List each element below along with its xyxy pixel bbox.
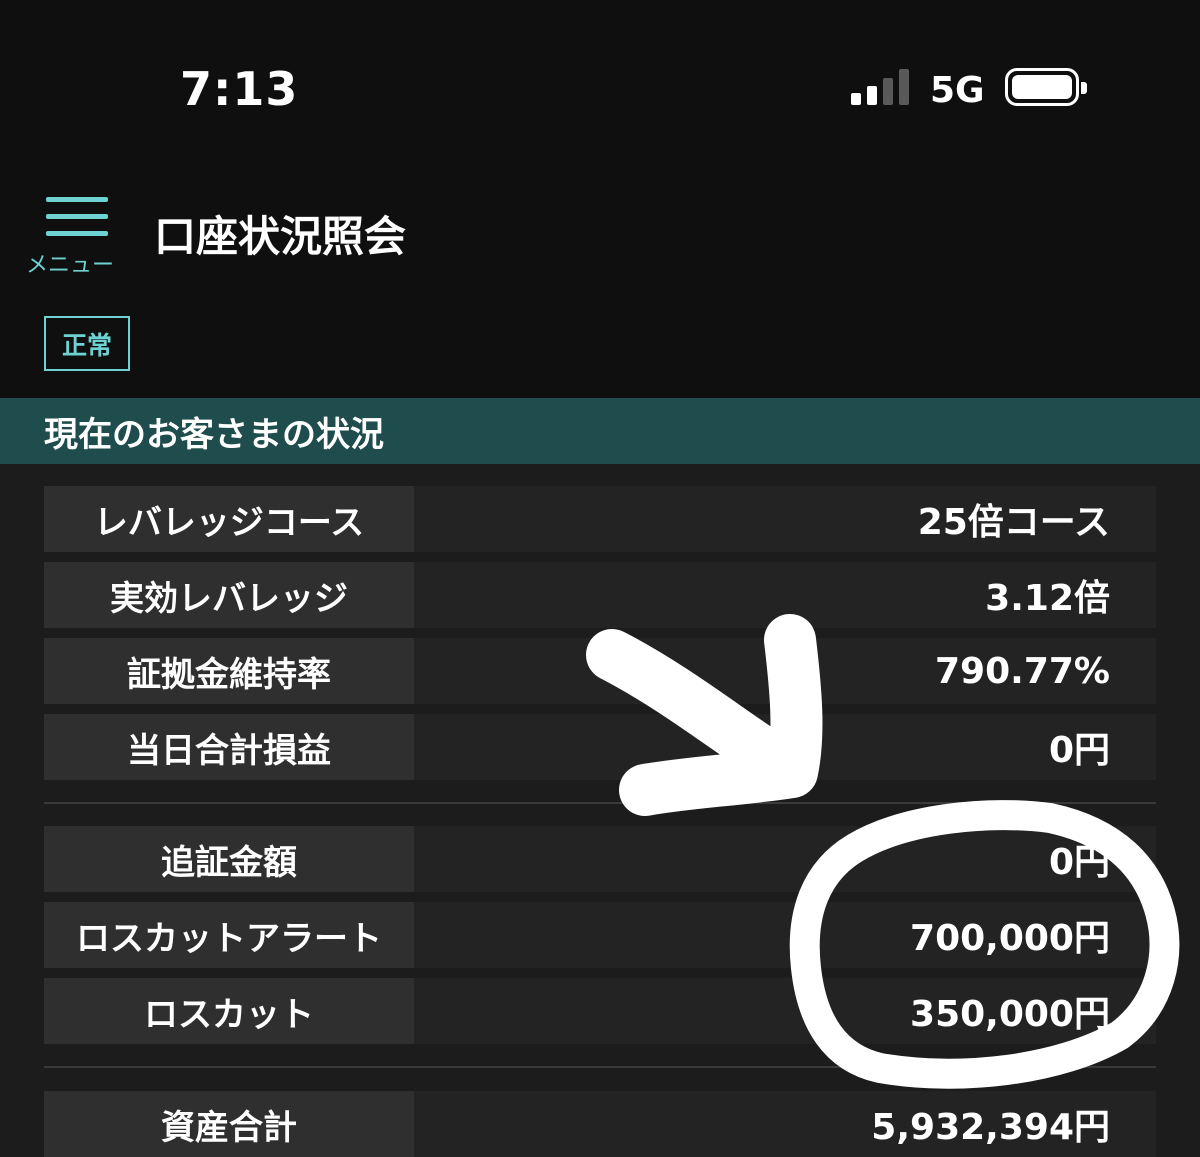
row-label: レバレッジコース [44,486,414,552]
table-row: ロスカットアラート 700,000円 [44,902,1156,968]
row-label: 当日合計損益 [44,714,414,780]
divider [44,1066,1156,1068]
row-value: 700,000円 [910,918,1110,959]
menu-label: メニュー [26,253,115,278]
section-header: 現在のお客さまの状況 [0,398,1200,464]
signal-icon [851,69,913,105]
table-row: 資産合計 5,932,394円 [44,1091,1156,1157]
table-row: 追証金額 0円 [44,826,1156,892]
hamburger-icon [46,197,108,237]
menu-button[interactable]: メニュー [26,193,130,278]
page-title: 口座状況照会 [154,212,407,261]
section-title: 現在のお客さまの状況 [44,414,384,455]
table-row: 実効レバレッジ 3.12倍 [44,562,1156,628]
network-type: 5G [930,70,985,111]
row-label: 実効レバレッジ [44,562,414,628]
status-badge: 正常 [44,316,130,371]
row-label: ロスカット [44,978,414,1044]
row-label: ロスカットアラート [44,902,414,968]
table-row: レバレッジコース 25倍コース [44,486,1156,552]
row-value: 3.12倍 [985,578,1110,619]
row-label: 資産合計 [44,1091,414,1157]
row-label: 追証金額 [44,826,414,892]
row-value: 790.77% [935,650,1110,692]
table-row: 当日合計損益 0円 [44,714,1156,780]
battery-icon [1005,68,1087,106]
row-label: 証拠金維持率 [44,638,414,704]
divider [44,802,1156,804]
row-value: 0円 [1048,842,1110,883]
status-time: 7:13 [180,62,299,116]
table-row: 証拠金維持率 790.77% [44,638,1156,704]
row-value: 25倍コース [917,502,1110,543]
row-value: 5,932,394円 [871,1107,1110,1148]
row-value: 350,000円 [910,994,1110,1035]
row-value: 0円 [1048,730,1110,771]
table-row: ロスカット 350,000円 [44,978,1156,1044]
top-area [0,0,1200,398]
